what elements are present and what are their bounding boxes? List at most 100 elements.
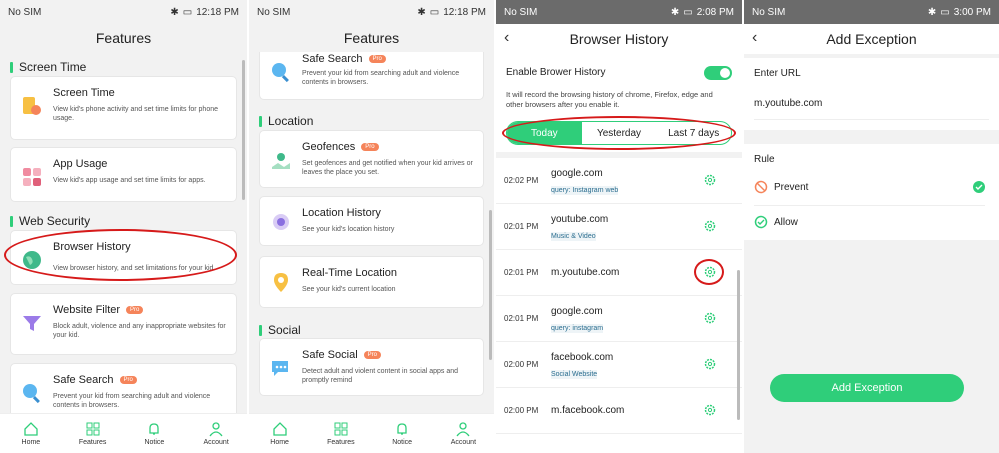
tab-notice[interactable]: Notice bbox=[372, 414, 433, 453]
battery-icon: ▭ bbox=[940, 6, 950, 18]
rule-allow[interactable]: Allow bbox=[754, 206, 985, 240]
section-screen-time: Screen Time bbox=[0, 58, 247, 76]
back-arrow-icon[interactable]: ‹ bbox=[752, 29, 757, 47]
highlight-oval bbox=[694, 259, 724, 285]
history-row[interactable]: 02:00 PM m.facebook.com bbox=[496, 388, 742, 434]
tab-label: Account bbox=[203, 439, 229, 446]
card-desc: View kid's phone activity and set time l… bbox=[53, 106, 219, 122]
card-safe-search[interactable]: Safe Search Pro Prevent your kid from sea… bbox=[259, 52, 484, 100]
tab-features[interactable]: Features bbox=[310, 414, 371, 453]
history-row[interactable]: 02:02 PM google.com query: Instagram web bbox=[496, 158, 742, 204]
card-title: Real-Time Location bbox=[302, 267, 397, 279]
card-screen-time[interactable]: Screen Time View kid's phone activity an… bbox=[10, 76, 237, 140]
gear-icon[interactable] bbox=[704, 358, 716, 370]
clock: 2:08 PM bbox=[696, 6, 734, 18]
rule-prevent[interactable]: Prevent bbox=[754, 170, 985, 206]
card-desc: Detect adult and violent content in soci… bbox=[302, 368, 459, 384]
page-title: Add Exception bbox=[826, 31, 917, 47]
feature-list[interactable]: Safe Search Pro Prevent your kid from sea… bbox=[249, 52, 494, 413]
tab-notice[interactable]: Notice bbox=[124, 414, 186, 453]
enter-url-label: Enter URL bbox=[754, 68, 801, 79]
gear-icon[interactable] bbox=[704, 312, 716, 324]
row-time: 02:02 PM bbox=[504, 176, 539, 185]
prohibited-icon bbox=[754, 180, 768, 194]
enable-toggle[interactable] bbox=[704, 66, 732, 80]
history-row[interactable]: 02:01 PM youtube.com Music & Video bbox=[496, 204, 742, 250]
card-website-filter[interactable]: Website Filter Pro Block adult, violence … bbox=[10, 293, 237, 355]
magnifier-icon bbox=[23, 384, 40, 404]
scrollbar[interactable] bbox=[489, 210, 492, 360]
bluetooth-icon: ✱ bbox=[670, 6, 680, 18]
card-realtime-location[interactable]: Real-Time Location See your kid's curren… bbox=[259, 256, 484, 308]
map-pin-icon bbox=[272, 153, 290, 169]
tab-label: Notice bbox=[144, 439, 165, 446]
card-geofences[interactable]: Geofences Pro Set geofences and get notif… bbox=[259, 130, 484, 188]
card-title: Screen Time bbox=[53, 87, 115, 99]
check-icon bbox=[973, 181, 985, 193]
row-domain: m.facebook.com bbox=[551, 405, 625, 416]
rule-allow-label: Allow bbox=[774, 217, 798, 228]
row-category: Social Website bbox=[551, 370, 598, 379]
tab-home[interactable]: Home bbox=[249, 414, 310, 453]
row-category: Music & Video bbox=[551, 232, 596, 241]
battery-icon: ▭ bbox=[683, 6, 693, 18]
card-safe-search[interactable]: Safe Search Pro Prevent your kid from sea… bbox=[10, 363, 237, 413]
grid-icon bbox=[86, 422, 100, 436]
clock: 12:18 PM bbox=[196, 6, 239, 18]
row-time: 02:01 PM bbox=[504, 222, 539, 231]
grid-icon bbox=[334, 422, 348, 436]
card-safe-social[interactable]: Safe Social Pro Detect adult and violent … bbox=[259, 338, 484, 396]
tab-label: Account bbox=[450, 439, 477, 446]
card-title-text: Website Filter bbox=[53, 304, 121, 316]
card-location-history[interactable]: Location History See your kid's location… bbox=[259, 196, 484, 246]
bluetooth-icon: ✱ bbox=[927, 6, 937, 18]
scrollbar[interactable] bbox=[737, 270, 740, 420]
bell-icon bbox=[149, 423, 160, 435]
row-time: 02:01 PM bbox=[504, 268, 539, 277]
card-title-text: Safe Social bbox=[302, 349, 358, 361]
check-circle-icon bbox=[754, 215, 768, 229]
location-circle-icon bbox=[273, 214, 289, 230]
tab-label: Home bbox=[21, 439, 41, 446]
card-title-text: Safe Search bbox=[53, 374, 114, 386]
row-domain: facebook.com bbox=[551, 352, 614, 363]
tab-account[interactable]: Account bbox=[185, 414, 247, 453]
phone-features-1: No SIM ✱ ▭ 12:18 PM Features Screen Time S… bbox=[0, 0, 247, 453]
tab-label: Features bbox=[327, 439, 355, 446]
gear-icon[interactable] bbox=[704, 220, 716, 232]
url-input[interactable]: m.youtube.com bbox=[754, 98, 989, 120]
row-time: 02:00 PM bbox=[504, 360, 539, 369]
card-title: App Usage bbox=[53, 158, 108, 170]
tab-label: Features bbox=[78, 439, 107, 446]
history-row[interactable]: 02:01 PM google.com query: instagram bbox=[496, 296, 742, 342]
tab-features[interactable]: Features bbox=[62, 414, 124, 453]
row-category: query: Instagram web bbox=[551, 186, 619, 195]
card-desc: See your kid's current location bbox=[302, 286, 396, 293]
tab-home[interactable]: Home bbox=[0, 414, 62, 453]
clock: 3:00 PM bbox=[953, 6, 991, 18]
gear-icon[interactable] bbox=[704, 404, 716, 416]
battery-icon: ▭ bbox=[429, 6, 440, 18]
back-arrow-icon[interactable]: ‹ bbox=[504, 29, 509, 47]
clock: 12:18 PM bbox=[443, 6, 486, 18]
divider bbox=[744, 54, 999, 58]
enable-note: It will record the browsing history of c… bbox=[506, 90, 713, 109]
apps-icon bbox=[23, 168, 41, 186]
card-desc: Set geofences and get notified when your… bbox=[302, 160, 473, 176]
tab-account[interactable]: Account bbox=[433, 414, 494, 453]
history-row[interactable]: 02:00 PM facebook.com Social Website bbox=[496, 342, 742, 388]
pro-badge: Pro bbox=[119, 376, 137, 384]
card-desc: View kid's app usage and set time limits… bbox=[53, 177, 206, 184]
status-bar: No SIM ✱ ▭ 12:18 PM bbox=[249, 0, 494, 24]
card-app-usage[interactable]: App Usage View kid's app usage and set t… bbox=[10, 147, 237, 202]
phone-clock-icon bbox=[23, 97, 41, 115]
tab-bar: Home Features Notice Account bbox=[249, 413, 494, 453]
scrollbar[interactable] bbox=[242, 60, 245, 200]
gear-icon[interactable] bbox=[704, 174, 716, 186]
card-desc: See your kid's location history bbox=[302, 226, 395, 233]
add-exception-button[interactable]: Add Exception bbox=[770, 374, 964, 402]
tab-label: Notice bbox=[392, 439, 413, 446]
phone-features-2: No SIM ✱ ▭ 12:18 PM Features Safe Search Pr… bbox=[249, 0, 494, 453]
tab-label: Home bbox=[270, 439, 289, 446]
page-title: Features bbox=[343, 30, 400, 46]
